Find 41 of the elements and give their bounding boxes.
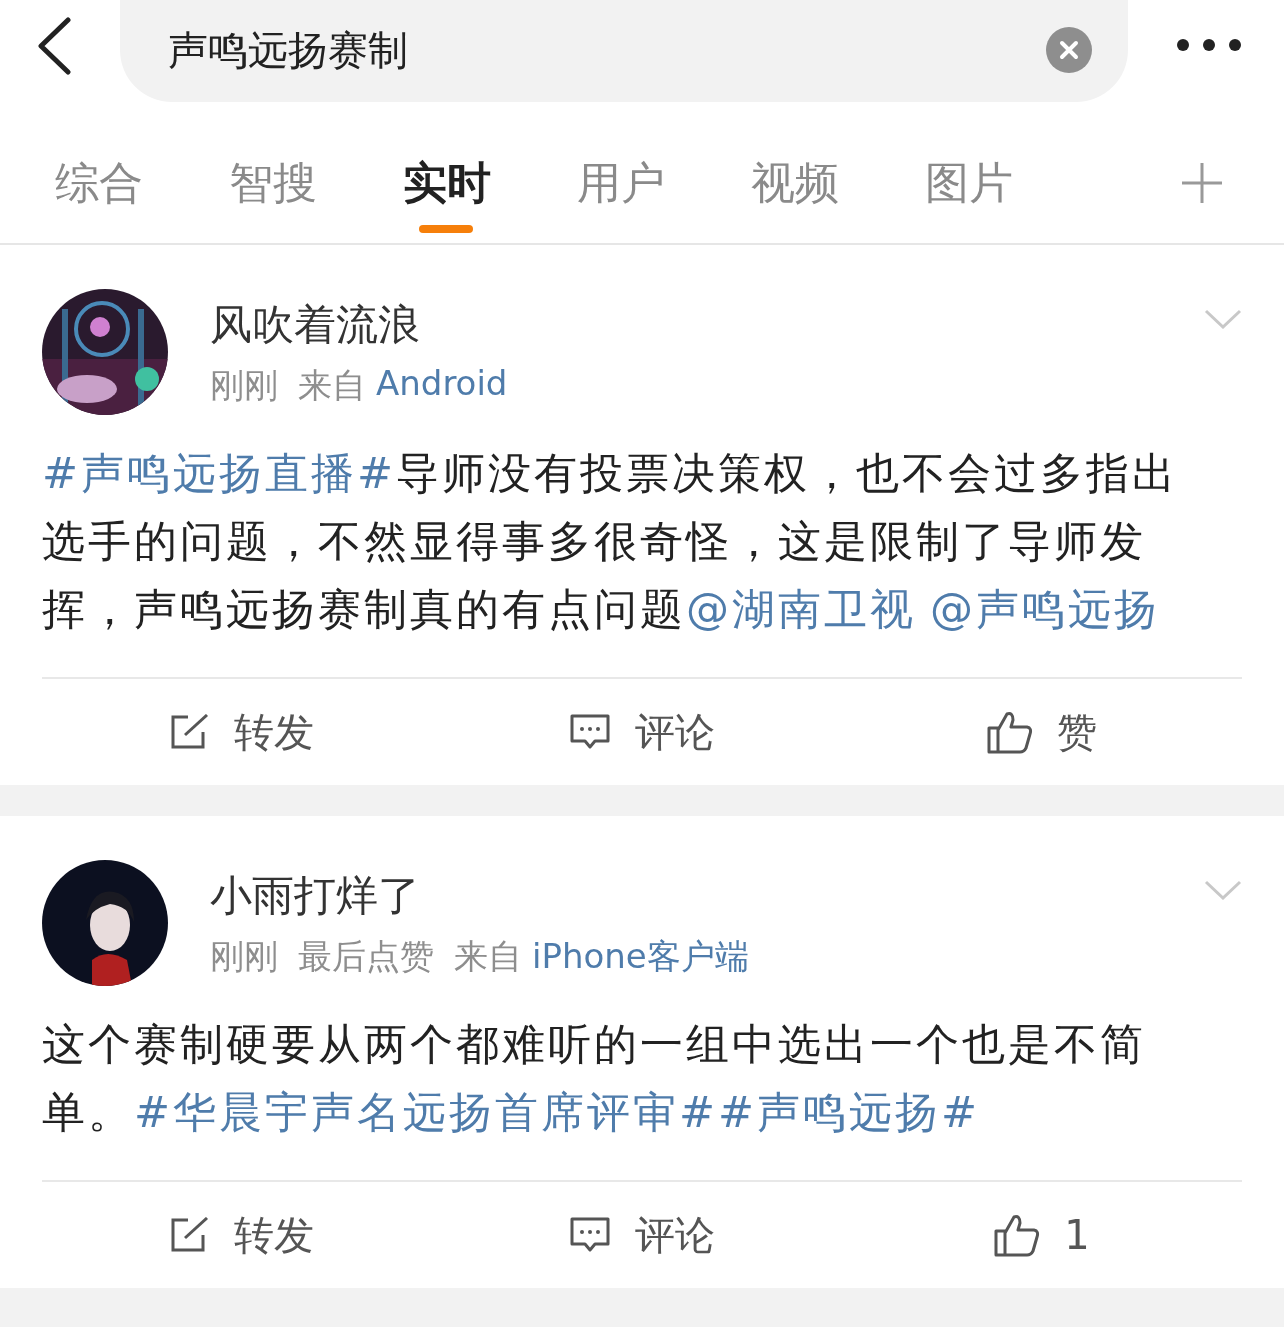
chevron-down-icon[interactable] bbox=[1204, 880, 1242, 900]
author-name[interactable]: 小雨打烊了 bbox=[210, 868, 1204, 924]
meta-text: 最后点赞 bbox=[298, 935, 434, 978]
like-button[interactable]: 1 bbox=[842, 1212, 1242, 1258]
comment-icon bbox=[569, 1216, 611, 1254]
repost-button[interactable]: 转发 bbox=[42, 704, 442, 760]
thumbs-up-icon bbox=[994, 1213, 1041, 1257]
like-button[interactable]: 赞 bbox=[842, 704, 1242, 760]
meta-text: 来自 bbox=[298, 364, 366, 407]
tab[interactable]: 智搜 bbox=[229, 122, 403, 243]
clear-icon[interactable] bbox=[1046, 27, 1092, 73]
comment-icon bbox=[569, 713, 611, 751]
more-icon[interactable] bbox=[1176, 38, 1242, 52]
comment-button[interactable]: 评论 bbox=[442, 1207, 842, 1263]
back-icon[interactable] bbox=[36, 17, 72, 75]
edit-icon bbox=[170, 714, 210, 750]
meta-text: 来自 bbox=[454, 935, 522, 978]
meta-text: 刚刚 bbox=[210, 935, 278, 978]
tab[interactable]: 实时 bbox=[403, 122, 577, 243]
author-name[interactable]: 风吹着流浪 bbox=[210, 297, 1204, 353]
meta-text: 刚刚 bbox=[210, 364, 278, 407]
edit-icon bbox=[170, 1217, 210, 1253]
thumbs-up-icon bbox=[987, 710, 1033, 754]
post-text: 这个赛制硬要从两个都难听的一组中选出一个也是不简单。#华晨宇声名远扬首席评审##声鸣远扬# bbox=[42, 1018, 1147, 1139]
source-link[interactable]: Android bbox=[376, 363, 508, 409]
topic-link[interactable]: #声鸣远扬直播# bbox=[42, 448, 397, 498]
tab[interactable]: 综合 bbox=[55, 122, 229, 243]
post-text: #声鸣远扬直播#导师没有投票决策权，也不会过多指出选手的问题，不然显得事多很奇怪，这是限制了导师发挥，声鸣远扬赛制真的有点问题@湖南卫视 @声鸣远扬 bbox=[42, 447, 1180, 636]
search-field[interactable]: 声鸣远扬赛制 bbox=[120, 0, 1128, 102]
repost-button[interactable]: 转发 bbox=[42, 1207, 442, 1263]
tab[interactable]: 用户 bbox=[577, 122, 751, 243]
source-link[interactable]: iPhone客户端 bbox=[532, 934, 749, 980]
tab[interactable]: 视频 bbox=[751, 122, 925, 243]
chevron-down-icon[interactable] bbox=[1204, 309, 1242, 329]
topic-link[interactable]: #声鸣远扬# bbox=[718, 1087, 981, 1137]
topic-link[interactable]: #华晨宇声名远扬首席评审# bbox=[134, 1087, 719, 1137]
tab[interactable]: 图片 bbox=[925, 122, 1099, 243]
add-icon[interactable] bbox=[1182, 163, 1222, 203]
mention-link[interactable]: @湖南卫视 bbox=[686, 584, 916, 634]
mention-link[interactable]: @声鸣远扬 bbox=[930, 584, 1160, 634]
comment-button[interactable]: 评论 bbox=[442, 704, 842, 760]
